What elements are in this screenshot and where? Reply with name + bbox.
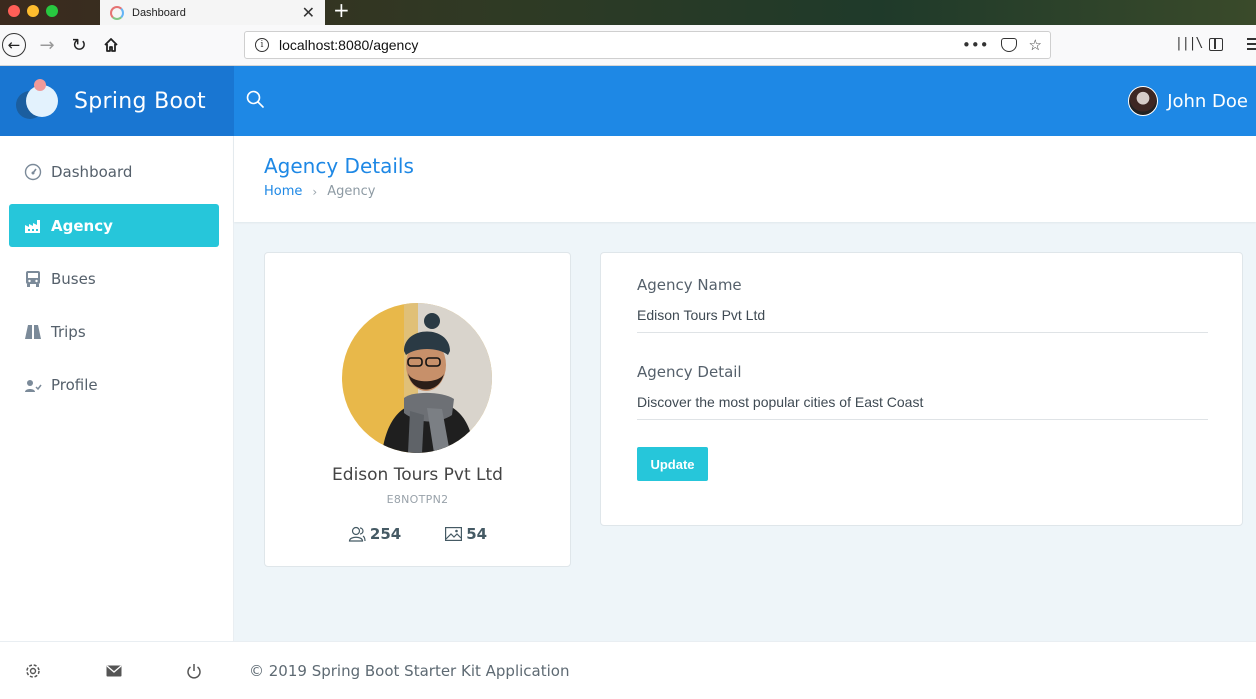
agency-name-label: Agency Name: [637, 276, 742, 294]
address-bar[interactable]: i localhost:8080/agency ••• ☆: [244, 31, 1051, 59]
brand[interactable]: Spring Boot: [0, 66, 234, 136]
browser-tab-dashboard[interactable]: Dashboard ✕: [100, 0, 325, 25]
power-icon[interactable]: [185, 662, 203, 680]
home-icon[interactable]: [99, 33, 123, 57]
update-button[interactable]: Update: [637, 447, 708, 481]
pocket-icon[interactable]: [1000, 38, 1017, 52]
user-menu[interactable]: John Doe: [1128, 86, 1248, 116]
profile-card: Edison Tours Pvt Ltd E8NOTPN2 254 54: [264, 252, 571, 567]
breadcrumb-home-link[interactable]: Home: [264, 184, 302, 199]
bookmark-star-icon[interactable]: ☆: [1029, 36, 1042, 54]
users-count: 254: [369, 525, 402, 543]
new-tab-button[interactable]: +: [333, 0, 350, 25]
mail-icon[interactable]: [105, 662, 123, 680]
images-count: 54: [466, 525, 488, 543]
agency-name-title: Edison Tours Pvt Ltd: [332, 465, 503, 485]
library-icon[interactable]: |||\: [1175, 36, 1203, 51]
sidebar-item-buses[interactable]: Buses: [9, 257, 219, 300]
app-header: Spring Boot John Doe: [0, 66, 1256, 136]
forward-arrow-icon[interactable]: →: [35, 33, 59, 57]
search-icon[interactable]: [246, 90, 264, 108]
agency-form-card: Agency Name Edison Tours Pvt Ltd Agency …: [600, 252, 1243, 526]
window-close-button[interactable]: [8, 5, 20, 17]
sidebar: Dashboard Agency Buses Trips Profile: [0, 136, 234, 699]
sidebar-footer: [0, 641, 234, 699]
sidebar-item-label: Agency: [51, 216, 113, 235]
page-footer: © 2019 Spring Boot Starter Kit Applicati…: [234, 641, 1256, 699]
tab-close-icon[interactable]: ✕: [302, 4, 315, 21]
agency-name-field[interactable]: Edison Tours Pvt Ltd: [637, 307, 1208, 333]
main-content: Agency Details Home › Agency Edison Tour…: [234, 136, 1256, 641]
browser-tab-bar: Dashboard ✕ +: [0, 0, 1256, 25]
road-icon: [23, 322, 43, 342]
url-host: localhost: [279, 37, 335, 53]
sidebar-item-label: Profile: [51, 375, 98, 394]
image-icon: [445, 527, 463, 541]
stat-users: 254: [348, 525, 401, 543]
sidebar-item-profile[interactable]: Profile: [9, 363, 219, 406]
sidebar-toggle-icon[interactable]: [1209, 38, 1223, 51]
window-maximize-button[interactable]: [46, 5, 58, 17]
window-minimize-button[interactable]: [27, 5, 39, 17]
back-arrow-icon[interactable]: ←: [2, 33, 26, 57]
sidebar-item-label: Buses: [51, 269, 96, 288]
gear-icon[interactable]: [24, 662, 42, 680]
breadcrumb: Home › Agency: [264, 184, 375, 199]
agency-detail-label: Agency Detail: [637, 363, 742, 381]
sidebar-item-label: Trips: [51, 322, 86, 341]
site-info-icon[interactable]: i: [255, 38, 269, 52]
brand-logo-icon: [16, 79, 60, 123]
sidebar-item-dashboard[interactable]: Dashboard: [9, 150, 219, 193]
bus-icon: [23, 269, 43, 289]
brand-name: Spring Boot: [74, 88, 206, 114]
tab-title: Dashboard: [132, 6, 186, 19]
url-path: :8080/agency: [334, 37, 419, 53]
hamburger-menu-icon[interactable]: [1247, 38, 1256, 53]
browser-nav-bar: ← → ↻ i localhost:8080/agency ••• ☆ |||\: [0, 25, 1256, 66]
page-title: Agency Details: [264, 154, 414, 178]
page-header: Agency Details Home › Agency: [234, 136, 1256, 222]
factory-icon: [23, 216, 43, 236]
url-text[interactable]: localhost:8080/agency: [279, 37, 962, 53]
user-name: John Doe: [1167, 90, 1248, 112]
page-actions-icon[interactable]: •••: [962, 36, 989, 54]
tab-favicon-icon: [110, 5, 124, 20]
breadcrumb-current: Agency: [327, 184, 376, 199]
sidebar-item-label: Dashboard: [51, 162, 133, 181]
user-check-icon: [23, 375, 43, 395]
agency-stats: 254 54: [265, 525, 570, 543]
agency-photo: [342, 303, 492, 453]
footer-copyright: © 2019 Spring Boot Starter Kit Applicati…: [249, 662, 570, 680]
sidebar-item-agency[interactable]: Agency: [9, 204, 219, 247]
users-icon: [348, 526, 366, 542]
agency-code: E8NOTPN2: [386, 493, 449, 506]
dashboard-icon: [23, 162, 43, 182]
stat-images: 54: [445, 525, 487, 543]
sidebar-item-trips[interactable]: Trips: [9, 310, 219, 353]
agency-detail-field[interactable]: Discover the most popular cities of East…: [637, 394, 1208, 420]
chevron-right-icon: ›: [312, 184, 318, 199]
reload-icon[interactable]: ↻: [67, 33, 91, 57]
avatar: [1128, 86, 1159, 116]
